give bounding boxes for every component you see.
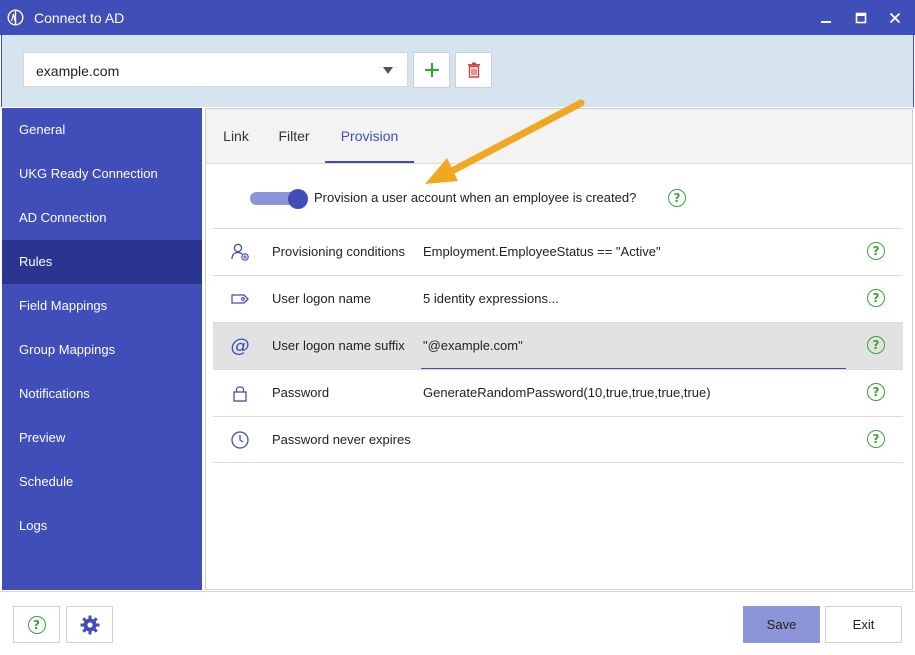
tab-strip: Link Filter Provision: [206, 109, 912, 164]
help-icon: ?: [867, 430, 885, 448]
tab-filter[interactable]: Filter: [268, 109, 320, 163]
help-button[interactable]: ?: [13, 606, 60, 643]
delete-connection-button[interactable]: [455, 52, 492, 88]
sidebar-item-preview[interactable]: Preview: [2, 416, 202, 460]
rule-row-user-logon-name[interactable]: User logon name 5 identity expressions..…: [213, 275, 903, 322]
help-icon: ?: [668, 189, 686, 207]
minimize-icon: [821, 20, 831, 23]
toggle-knob: [288, 189, 308, 209]
app-logo-icon: [7, 9, 24, 26]
exit-button[interactable]: Exit: [825, 606, 902, 643]
provision-toggle[interactable]: [250, 189, 308, 209]
sidebar-item-field-mappings[interactable]: Field Mappings: [2, 284, 202, 328]
sidebar: General UKG Ready Connection AD Connecti…: [2, 108, 202, 590]
at-sign-icon: @: [230, 336, 250, 356]
add-connection-button[interactable]: [413, 52, 450, 88]
rule-help-button[interactable]: ?: [867, 289, 885, 307]
domain-select-value: example.com: [36, 63, 120, 79]
close-button[interactable]: [877, 0, 913, 35]
rule-label: Password: [272, 385, 330, 400]
clock-icon: [230, 430, 250, 450]
rule-label: Password never expires: [272, 432, 411, 447]
rule-help-button[interactable]: ?: [867, 242, 885, 260]
provision-toggle-label: Provision a user account when an employe…: [314, 190, 637, 205]
rules-panel: Link Filter Provision Provision a user a…: [205, 108, 913, 590]
rule-label: User logon name suffix: [272, 338, 405, 353]
settings-button[interactable]: [66, 606, 113, 643]
rule-row-user-logon-name-suffix[interactable]: @ User logon name suffix "@example.com" …: [213, 322, 903, 370]
save-button[interactable]: Save: [743, 606, 820, 643]
rule-value: GenerateRandomPassword(10,true,true,true…: [423, 385, 711, 400]
rule-row-password-never-expires[interactable]: Password never expires ?: [213, 416, 903, 463]
tab-provision[interactable]: Provision: [325, 109, 414, 163]
tab-link[interactable]: Link: [212, 109, 260, 163]
chevron-down-icon: [383, 67, 393, 74]
close-icon: [889, 12, 901, 23]
help-icon: ?: [867, 242, 885, 260]
rule-value: Employment.EmployeeStatus == "Active": [423, 244, 661, 259]
domain-select[interactable]: example.com: [23, 52, 408, 87]
help-icon: ?: [867, 336, 885, 354]
lock-icon: [230, 383, 250, 403]
rule-value: 5 identity expressions...: [423, 291, 559, 306]
minimize-button[interactable]: [808, 0, 844, 35]
sidebar-item-notifications[interactable]: Notifications: [2, 372, 202, 416]
window-title: Connect to AD: [34, 10, 125, 26]
rule-help-button[interactable]: ?: [867, 430, 885, 448]
sidebar-item-schedule[interactable]: Schedule: [2, 460, 202, 504]
trash-icon: [467, 62, 480, 78]
rule-label: Provisioning conditions: [272, 244, 405, 259]
rule-help-button[interactable]: ?: [867, 383, 885, 401]
rule-label: User logon name: [272, 291, 371, 306]
svg-text:@: @: [231, 336, 250, 356]
rule-help-button[interactable]: ?: [867, 336, 885, 354]
connection-toolbar: example.com: [1, 35, 914, 107]
maximize-icon: [855, 12, 867, 23]
sidebar-item-logs[interactable]: Logs: [2, 504, 202, 548]
maximize-button[interactable]: [843, 0, 879, 35]
rule-row-provisioning-conditions[interactable]: Provisioning conditions Employment.Emplo…: [213, 228, 903, 275]
rule-value-input[interactable]: "@example.com": [423, 338, 523, 353]
help-icon: ?: [27, 615, 46, 634]
footer-bar: ? Save Exit: [0, 591, 915, 655]
provision-help-button[interactable]: ?: [668, 189, 686, 207]
sidebar-item-ad-connection[interactable]: AD Connection: [2, 196, 202, 240]
help-icon: ?: [867, 383, 885, 401]
rule-row-password[interactable]: Password GenerateRandomPassword(10,true,…: [213, 369, 903, 416]
help-icon: ?: [867, 289, 885, 307]
sidebar-item-ukg-ready-connection[interactable]: UKG Ready Connection: [2, 152, 202, 196]
title-bar: Connect to AD: [0, 0, 915, 35]
sidebar-item-group-mappings[interactable]: Group Mappings: [2, 328, 202, 372]
gear-icon: [80, 615, 99, 634]
user-add-icon: [230, 242, 250, 262]
sidebar-item-rules[interactable]: Rules: [2, 240, 202, 284]
plus-icon: [424, 63, 439, 77]
sidebar-item-general[interactable]: General: [2, 108, 202, 152]
tag-icon: [230, 289, 250, 309]
